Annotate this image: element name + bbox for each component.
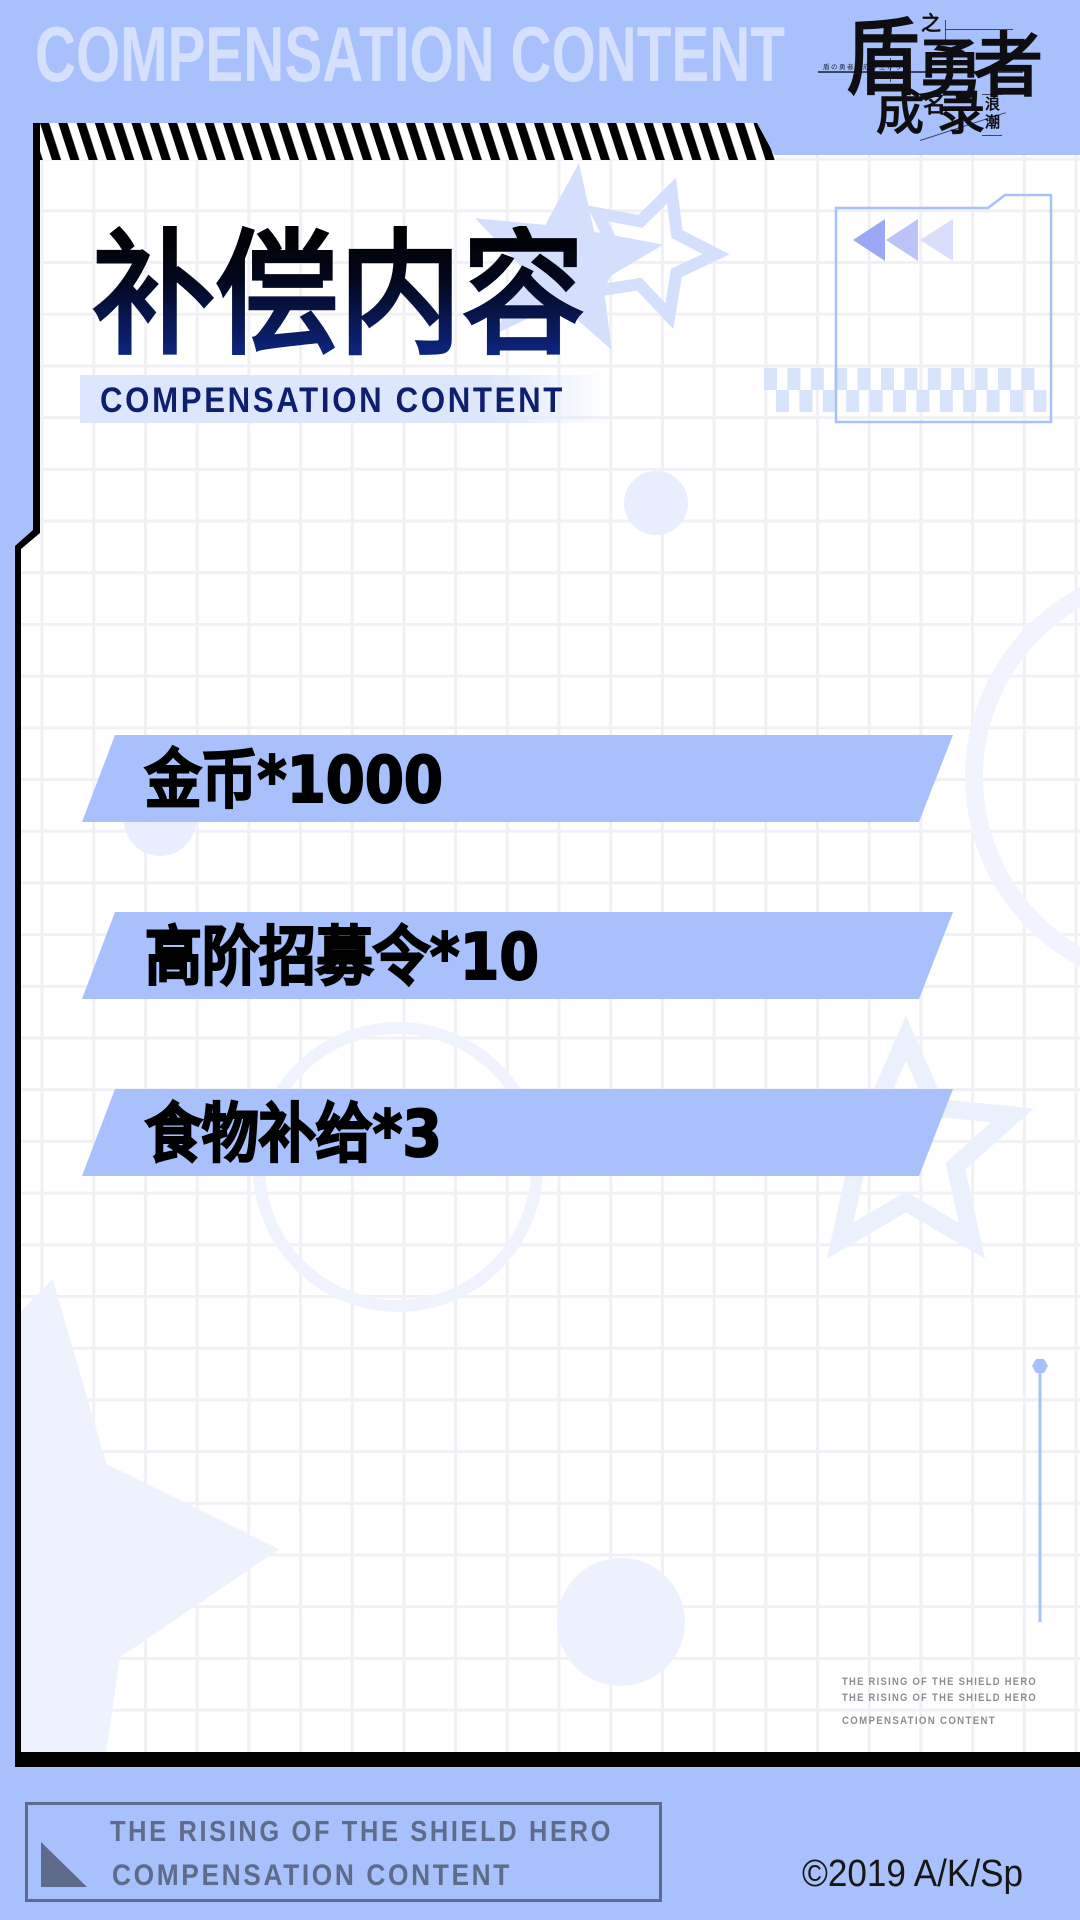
checker-square (857, 368, 871, 390)
reward-label: 高阶招募令*10 (145, 921, 539, 995)
caption-line: COMPENSATION CONTENT (842, 1715, 996, 1727)
copyright-notice: ©2019 A/K/Sp (802, 1853, 1023, 1895)
footer-title-line2: COMPENSATION CONTENT (112, 1859, 512, 1892)
reward-item: 高阶招募令*10 (82, 912, 953, 999)
reward-label: 金币*1000 (145, 744, 443, 818)
checker-square (869, 390, 883, 412)
pin-line (1038, 1366, 1042, 1622)
reward-item: 金币*1000 (82, 735, 953, 822)
checker-square (881, 368, 894, 390)
checker-square (927, 368, 941, 390)
reward-label: 食物补给*3 (145, 1098, 442, 1172)
checker-square (822, 390, 836, 412)
checker-square (916, 390, 930, 412)
checker-square (776, 390, 789, 412)
caption-line: THE RISING OF THE SHIELD HERO (842, 1676, 1037, 1688)
compensation-poster: COMPENSATION CONTENT 盾の勇者の成り上がり 盾 之 勇 者 … (0, 0, 1080, 1920)
hazard-stripe-band (40, 123, 777, 160)
dot-decoration-bottom (557, 1558, 685, 1686)
checker-square (810, 368, 824, 390)
checker-square (974, 368, 988, 390)
checker-square (986, 390, 1000, 412)
checker-square (998, 368, 1011, 390)
checker-square (963, 390, 977, 412)
checker-square (846, 390, 860, 412)
checker-square (764, 368, 777, 390)
checker-square (893, 390, 906, 412)
checker-square (1021, 368, 1035, 390)
page-subtitle: COMPENSATION CONTENT (100, 381, 565, 420)
checker-square (1010, 390, 1023, 412)
page-title: 补偿内容 (92, 217, 585, 375)
checker-square (951, 368, 965, 390)
footer-title-line1: THE RISING OF THE SHIELD HERO (110, 1816, 613, 1848)
checker-square (1033, 390, 1047, 412)
checker-square (799, 390, 813, 412)
checker-square (939, 390, 953, 412)
banner-heading: COMPENSATION CONTENT (35, 10, 785, 98)
checker-square (787, 368, 801, 390)
caption-line: THE RISING OF THE SHIELD HERO (842, 1692, 1037, 1704)
reward-item: 食物补给*3 (82, 1089, 953, 1176)
checker-square (904, 368, 918, 390)
dot-decoration-top (624, 471, 688, 535)
